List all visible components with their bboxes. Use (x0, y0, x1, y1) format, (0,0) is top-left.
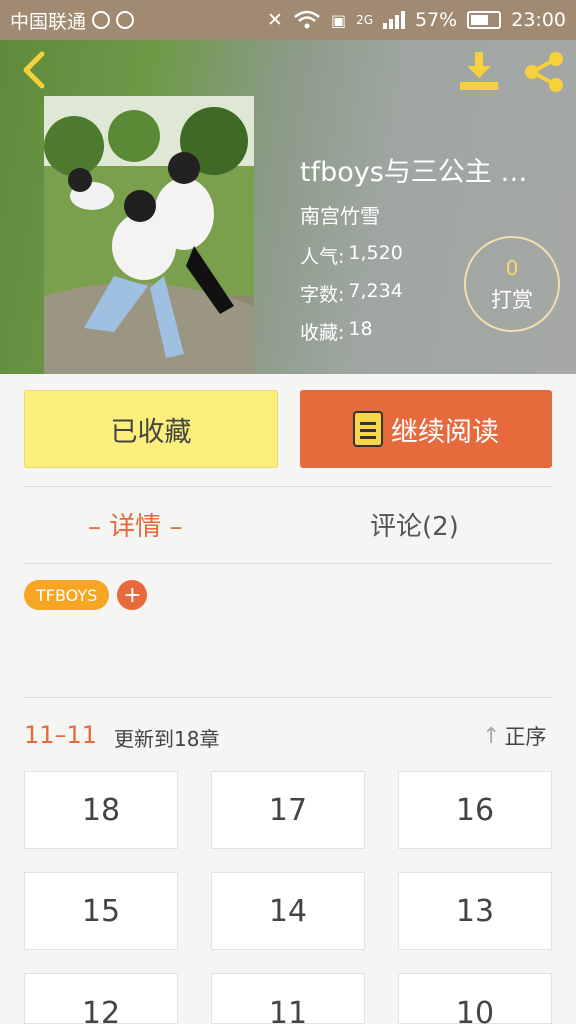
download-icon[interactable] (458, 50, 500, 92)
tip-label: 打赏 (491, 288, 533, 312)
continue-reading-label: 继续阅读 (391, 416, 499, 448)
battery-percent: 57% (415, 9, 458, 31)
chapter-cell[interactable]: 16 (398, 771, 552, 849)
word-count-stat: 字数: 7,234 (300, 280, 403, 307)
divider (24, 486, 552, 487)
carrier-label: 中国联通 (10, 10, 87, 33)
favorites-value: 18 (348, 318, 373, 340)
tag-chip[interactable]: TFBOYS (24, 580, 110, 610)
tab-comments[interactable]: 评论(2) (370, 506, 459, 543)
battery-icon (467, 11, 502, 29)
favorites-label: 收藏: (300, 322, 345, 344)
tag-row: TFBOYS + (24, 580, 148, 610)
clock: 23:00 (511, 9, 566, 31)
word-count-value: 7,234 (348, 280, 403, 302)
status-bar: 中国联通 ✕ ▣ 2G 57% 23:00 (0, 0, 576, 40)
nfc-icon (92, 11, 111, 29)
tip-button[interactable]: 0 打赏 (464, 236, 560, 332)
chapter-cell[interactable]: 13 (398, 872, 552, 950)
update-status: 更新到18章 (114, 727, 220, 751)
chapter-cell[interactable]: 11 (211, 973, 365, 1024)
continue-reading-button[interactable]: 继续阅读 (300, 390, 552, 468)
chapter-cell[interactable]: 14 (211, 872, 365, 950)
popularity-value: 1,520 (348, 242, 403, 264)
back-icon[interactable] (16, 50, 52, 90)
chapter-range[interactable]: 11–11 (24, 721, 97, 749)
sort-order-button[interactable]: ↑ 正序 (482, 721, 546, 751)
book-cover[interactable] (44, 96, 254, 374)
collected-button[interactable]: 已收藏 (24, 390, 278, 468)
popularity-stat: 人气: 1,520 (300, 242, 403, 269)
chapter-cell[interactable]: 18 (24, 771, 178, 849)
sort-label: 正序 (504, 725, 547, 749)
arrow-up-icon: ↑ (482, 723, 501, 749)
dnd-icon (116, 11, 135, 29)
signal-icon (383, 11, 405, 29)
book-header: tfboys与三公主 … 南宫竹雪 人气: 1,520 字数: 7,234 收藏… (0, 40, 576, 374)
word-count-label: 字数: (300, 284, 345, 306)
collected-label: 已收藏 (110, 416, 192, 448)
book-icon (353, 411, 383, 447)
plus-icon: + (123, 582, 142, 608)
divider (24, 697, 552, 698)
book-title: tfboys与三公主 … (300, 157, 528, 188)
wifi-icon (294, 10, 320, 29)
sim-icon: ▣ (330, 10, 347, 30)
tab-detail[interactable]: – 详情 – (88, 506, 183, 543)
chapter-cell[interactable]: 12 (24, 973, 178, 1024)
network-type: 2G (356, 13, 373, 27)
tip-count: 0 (505, 256, 519, 280)
favorites-stat: 收藏: 18 (300, 318, 373, 345)
author-name[interactable]: 南宫竹雪 (300, 200, 380, 229)
share-icon[interactable] (522, 50, 566, 94)
vibrate-icon: ✕ (267, 9, 283, 31)
chapter-cell[interactable]: 15 (24, 872, 178, 950)
chapter-cell[interactable]: 10 (398, 973, 552, 1024)
chapter-cell[interactable]: 17 (211, 771, 365, 849)
popularity-label: 人气: (300, 246, 345, 268)
add-tag-button[interactable]: + (117, 580, 148, 610)
divider (24, 563, 552, 564)
